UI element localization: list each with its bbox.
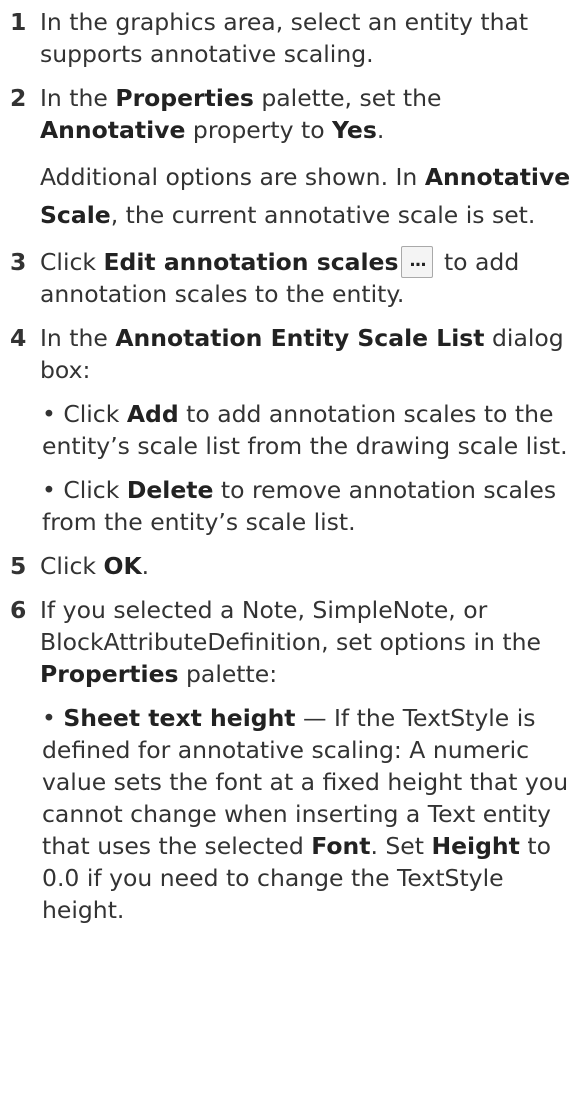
step-3: 3 Click Edit annotation scales... to add… [10,245,581,310]
step-note: Additional options are shown. In Annotat… [40,158,573,234]
step-number: 5 [10,552,27,580]
step-text: Click Edit annotation scales... to add a… [40,245,573,310]
text-run: • Click [42,476,127,504]
text-run: • Click [42,400,127,428]
text-run: palette: [178,660,278,688]
ui-term-edit-annotation-scales: Edit annotation scales [103,248,399,276]
ui-term-add: Add [126,400,179,428]
bullet-item: • Click Delete to remove annotation scal… [40,474,573,538]
text-run: In the [40,324,116,352]
text-run: . Set [370,832,432,860]
text-run: . [376,116,385,144]
step-number: 1 [10,8,27,36]
text-run: In the [40,84,116,112]
step-body: Click OK. [40,550,581,582]
ui-term-height: Height [431,832,520,860]
step-number: 6 [10,596,27,624]
step-number: 2 [10,84,27,112]
ui-term-properties: Properties [115,84,254,112]
ui-term-ok: OK [103,552,142,580]
step-body: In the Properties palette, set the Annot… [40,82,581,234]
step-4: 4 In the Annotation Entity Scale List di… [10,322,581,538]
step-2: 2 In the Properties palette, set the Ann… [10,82,581,234]
step-number: 3 [10,248,27,276]
text-run: Click [40,552,104,580]
step-5: 5 Click OK. [10,550,581,582]
step-1: 1 In the graphics area, select an entity… [10,6,581,70]
ellipsis-icon: ... [409,250,426,271]
step-body: Click Edit annotation scales... to add a… [40,245,581,310]
ui-term-font: Font [311,832,371,860]
step-6: 6 If you selected a Note, SimpleNote, or… [10,594,581,926]
step-text: Click OK. [40,550,573,582]
text-run: property to [185,116,333,144]
ui-term-yes: Yes [332,116,377,144]
step-number: 4 [10,324,27,352]
step-body: If you selected a Note, SimpleNote, or B… [40,594,581,926]
text-run: palette, set the [253,84,442,112]
step-body: In the graphics area, select an entity t… [40,6,581,70]
text-run: If you selected a Note, SimpleNote, or B… [40,596,541,656]
text-run: . [141,552,150,580]
text-run: • [42,704,64,732]
procedure-document: 1 In the graphics area, select an entity… [0,0,581,1106]
bullet-item: • Sheet text height — If the TextStyle i… [40,702,573,926]
step-body: In the Annotation Entity Scale List dial… [40,322,581,538]
bullet-item: • Click Add to add annotation scales to … [40,398,573,462]
text-run: , the current annotative scale is set. [110,201,536,229]
ui-term-properties: Properties [40,660,179,688]
step-text: In the graphics area, select an entity t… [40,6,573,70]
ui-term-annotative: Annotative [40,116,186,144]
ui-term-delete: Delete [126,476,214,504]
edit-annotation-scales-button[interactable]: ... [401,245,434,278]
step-text: In the Annotation Entity Scale List dial… [40,322,573,386]
ui-term-sheet-text-height: Sheet text height [63,704,296,732]
text-run: Click [40,248,104,276]
step-text: In the Properties palette, set the Annot… [40,82,573,146]
text-run: Additional options are shown. In [40,163,425,191]
step-text: If you selected a Note, SimpleNote, or B… [40,594,573,690]
ui-term-annotation-entity-scale-list: Annotation Entity Scale List [115,324,485,352]
text-run: In the graphics area, select an entity t… [40,8,529,68]
